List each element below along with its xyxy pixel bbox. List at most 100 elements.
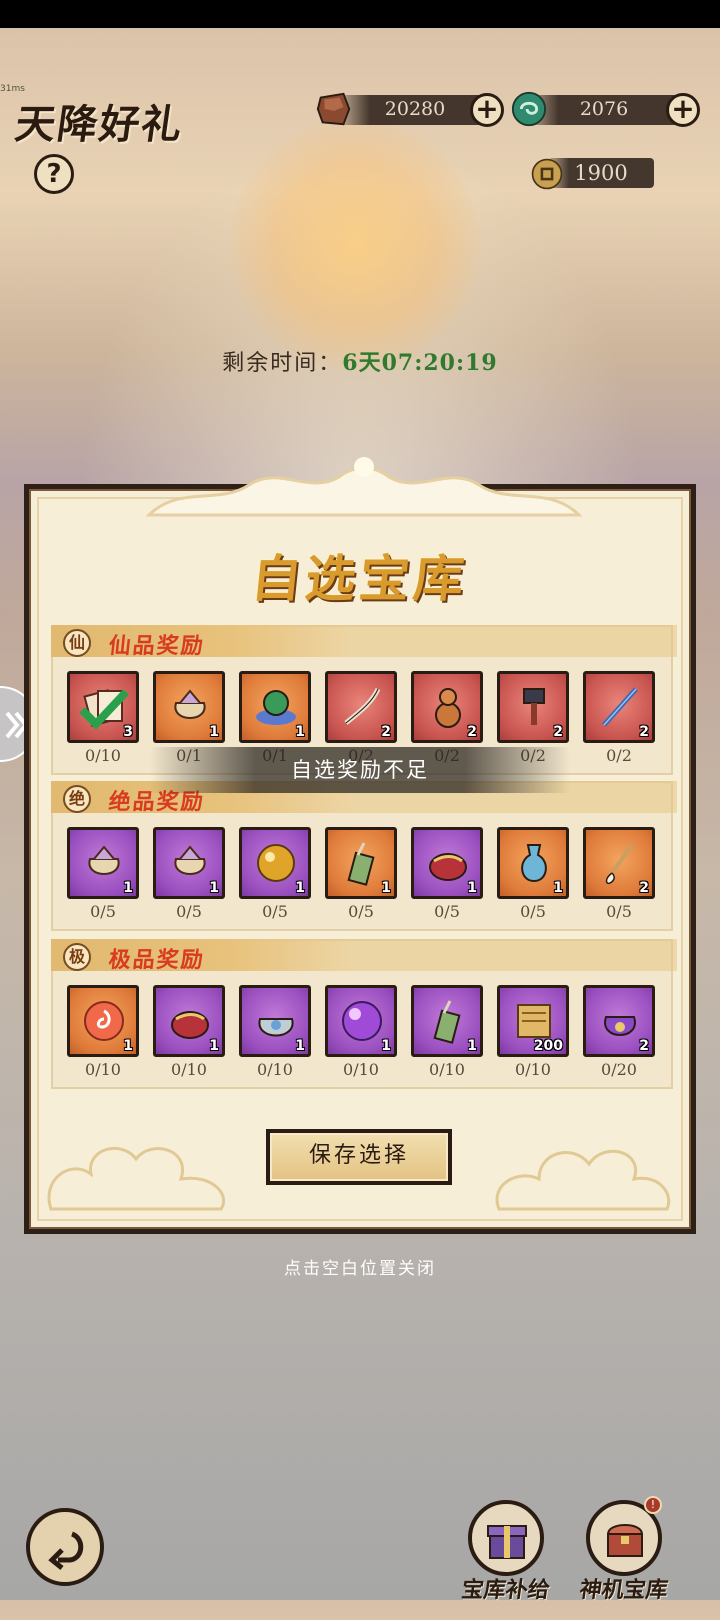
save-selection-button[interactable]: 保存选择 (266, 1129, 452, 1185)
reward-item[interactable]: 1 0/5 (325, 827, 397, 923)
panel-title: 自选宝库 (248, 549, 471, 608)
status-bar (0, 0, 720, 28)
section-label: 仙品奖励 (107, 633, 207, 659)
item-slot: 200 (497, 985, 569, 1057)
item-quantity: 1 (209, 880, 219, 896)
reward-item[interactable]: 200 0/10 (497, 985, 569, 1081)
item-quantity: 1 (381, 1038, 391, 1054)
cloud-ornament-icon (145, 457, 583, 517)
cloud-right-icon (495, 1149, 671, 1211)
item-quantity: 200 (533, 1038, 563, 1054)
ore-icon (316, 92, 351, 126)
item-slot: 2 (583, 671, 655, 743)
pouch-icon (174, 689, 206, 719)
jade-value: 2076 (579, 98, 629, 120)
ore-plus-button[interactable]: + (470, 93, 504, 127)
cloud-left-icon (47, 1146, 225, 1211)
back-button[interactable] (26, 1508, 104, 1586)
section-badge: 仙 (63, 629, 91, 657)
reward-item[interactable]: 1 0/5 (497, 827, 569, 923)
dragon-treasure-icon (256, 690, 296, 725)
red-pouch-icon (429, 853, 467, 881)
jade-counter: 2076 (528, 95, 680, 125)
help-button[interactable]: ? (34, 154, 74, 194)
reward-item[interactable]: 1 0/5 (411, 827, 483, 923)
item-quantity: 1 (295, 1038, 305, 1054)
reward-item[interactable]: 1 0/5 (67, 827, 139, 923)
spear-icon (602, 687, 638, 727)
item-quantity: 1 (467, 1038, 477, 1054)
reward-item[interactable]: 3 0/10 (67, 671, 139, 767)
item-selected-count: 0/10 (257, 1060, 293, 1079)
ore-counter: 20280 (340, 95, 490, 125)
item-quantity: 1 (209, 1038, 219, 1054)
hammer-icon (523, 688, 545, 725)
item-quantity: 2 (639, 724, 649, 740)
reward-item[interactable]: 1 0/10 (411, 985, 483, 1081)
divine-treasury-button[interactable]: ! 神机宝库 (578, 1496, 670, 1620)
item-selected-count: 0/5 (176, 902, 202, 921)
jade-icon (511, 91, 547, 127)
notification-badge: ! (644, 1496, 662, 1514)
reward-section: 绝绝品奖励 1 0/5 1 0/5 1 0/5 1 0/5 1 0/5 1 0/5 2 0/5 (51, 781, 677, 931)
reward-item[interactable]: 2 0/5 (583, 827, 655, 923)
item-selected-count: 0/5 (606, 902, 632, 921)
fire-orb-icon (84, 1001, 124, 1041)
reward-item[interactable]: 1 0/5 (239, 827, 311, 923)
reward-item[interactable]: 1 0/5 (153, 827, 225, 923)
item-quantity: 1 (553, 880, 563, 896)
reward-item[interactable]: 1 0/10 (67, 985, 139, 1081)
item-quantity: 2 (639, 1038, 649, 1054)
item-slot: 1 (153, 671, 225, 743)
item-selected-count: 0/10 (171, 1060, 207, 1079)
jade-plus-button[interactable]: + (666, 93, 700, 127)
item-quantity: 1 (295, 880, 305, 896)
remaining-time-value: 6天07:20:19 (342, 350, 498, 376)
item-quantity: 2 (381, 724, 391, 740)
item-selected-count: 0/5 (90, 902, 116, 921)
item-quantity: 1 (209, 724, 219, 740)
reward-item[interactable]: 2 0/20 (583, 985, 655, 1081)
item-slot: 1 (411, 985, 483, 1057)
reward-item[interactable]: 2 0/2 (583, 671, 655, 767)
ore-value: 20280 (384, 98, 446, 120)
item-selected-count: 0/5 (520, 902, 546, 921)
item-slot: 1 (411, 827, 483, 899)
item-slot: 1 (153, 827, 225, 899)
golden-orb-icon (257, 844, 295, 882)
item-slot: 1 (497, 827, 569, 899)
item-selected-count: 0/2 (606, 746, 632, 765)
item-selected-count: 0/10 (343, 1060, 379, 1079)
item-slot: 3 (67, 671, 139, 743)
vase-icon (521, 844, 547, 883)
event-title: 天降好礼 (12, 101, 187, 148)
quiver-icon (347, 842, 375, 886)
item-slot: 2 (583, 827, 655, 899)
section-badge: 极 (63, 943, 91, 971)
purple-orb-icon (342, 1001, 382, 1041)
pouch-icon (88, 845, 120, 875)
treasury-supply-label: 宝库补给 (459, 1577, 552, 1603)
item-selected-count: 0/10 (85, 1060, 121, 1079)
item-slot: 1 (239, 827, 311, 899)
reward-item[interactable]: 1 0/10 (239, 985, 311, 1081)
reward-item[interactable]: 1 0/10 (153, 985, 225, 1081)
item-selected-count: 0/10 (515, 1060, 551, 1079)
sun-glow (230, 120, 480, 370)
saber-icon (344, 687, 381, 725)
item-quantity: 1 (295, 724, 305, 740)
item-slot: 2 (411, 671, 483, 743)
item-slot: 1 (153, 985, 225, 1057)
item-slot: 1 (67, 827, 139, 899)
reward-item[interactable]: 1 0/10 (325, 985, 397, 1081)
treasury-panel: 自选宝库 仙仙品奖励30/1010/110/120/220/220/220/2绝… (24, 457, 696, 1234)
item-slot: 1 (325, 985, 397, 1057)
treasury-supply-button[interactable]: 宝库补给 (460, 1500, 552, 1620)
remaining-time: 剩余时间：6天07:20:19 (0, 345, 720, 377)
section-badge: 绝 (63, 785, 91, 813)
section-label: 极品奖励 (107, 947, 207, 973)
purple-sack-icon (604, 1016, 636, 1036)
item-quantity: 3 (123, 724, 133, 740)
item-slot: 1 (239, 985, 311, 1057)
gift-box-icon (468, 1500, 544, 1576)
